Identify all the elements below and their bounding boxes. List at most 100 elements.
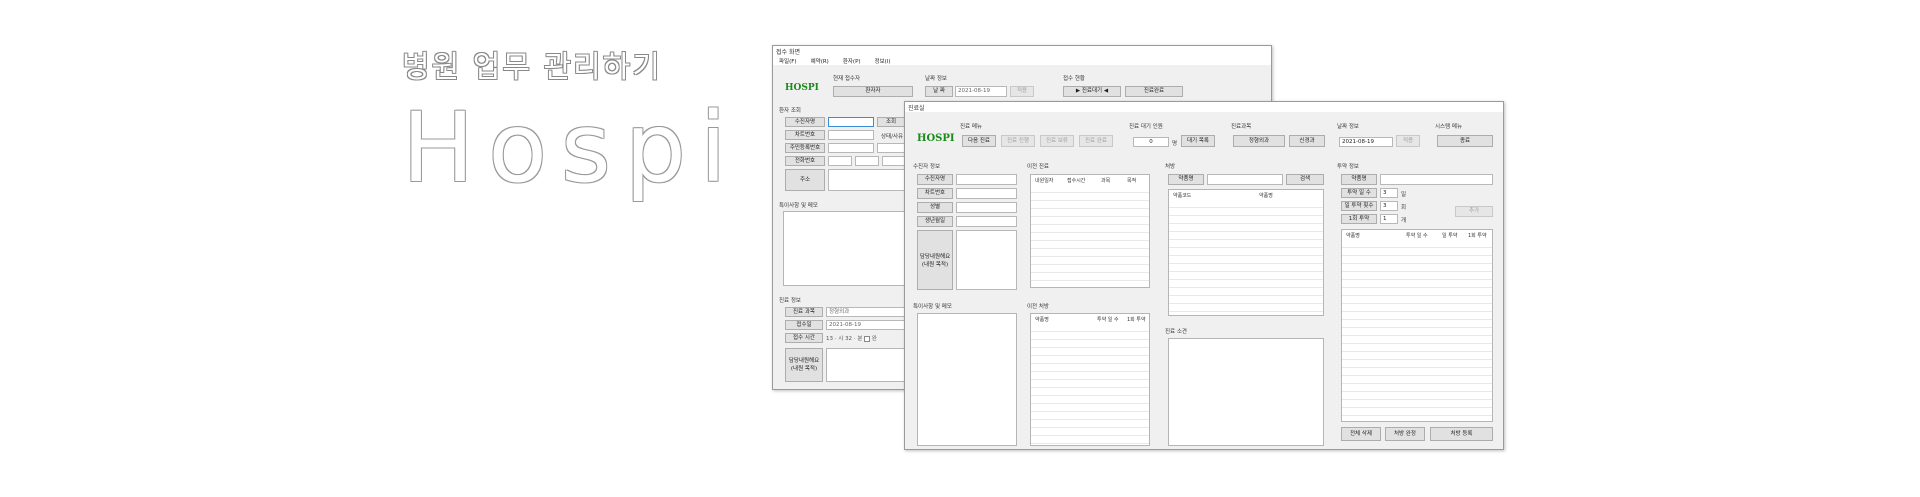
visit-min[interactable]: 32 (845, 336, 852, 342)
group-status: 접수 현황 (1063, 76, 1085, 82)
app-logo: HOSPI (917, 133, 955, 144)
visit-dept-button[interactable]: 진료 과목 (785, 307, 823, 317)
history-col-time: 접수시간 (1067, 178, 1086, 184)
current-patient-button[interactable]: 환자자 (833, 86, 913, 97)
group-opinion: 진료 소견 (1165, 329, 1187, 335)
date-picker[interactable]: 2021-08-19 (1339, 137, 1393, 147)
menu-reserve[interactable]: 예약(R) (811, 57, 829, 65)
dose-once-select[interactable]: 1 (1380, 214, 1398, 224)
group-memo: 특이사항 및 메모 (779, 203, 818, 209)
gender-button[interactable]: 성별 (917, 202, 953, 213)
group-dose: 투약 정보 (1337, 164, 1359, 170)
clear-all-button[interactable]: 전체 삭제 (1341, 427, 1381, 441)
dose-days-select[interactable]: 3 (1380, 188, 1398, 198)
prev-rx-col-once: 1회 투약 (1127, 317, 1146, 323)
dose-col-once: 1회 투약 (1468, 233, 1487, 239)
window-title: 진료실 (905, 102, 1503, 112)
search-name-input[interactable] (828, 117, 874, 127)
history-col-dept: 과목 (1101, 178, 1111, 184)
date-apply-button[interactable]: 적용 (1010, 86, 1034, 97)
prev-rx-table[interactable]: 약품명 투약 일 수 1회 투약 (1030, 313, 1150, 446)
visit-time-button[interactable]: 접수 시간 (785, 333, 823, 343)
search-chart-button[interactable]: 차트번호 (785, 130, 825, 140)
menu-patient[interactable]: 환자(P) (843, 57, 861, 65)
menu-file[interactable]: 파일(F) (779, 57, 797, 65)
wait-count: 0 (1133, 137, 1169, 147)
prev-rx-col-days: 투약 일 수 (1097, 317, 1119, 323)
date-apply-button[interactable]: 적용 (1396, 135, 1420, 147)
rx-register-button[interactable]: 처방 등록 (1430, 427, 1493, 441)
opinion-textarea[interactable] (1168, 338, 1324, 446)
drug-rows (1169, 200, 1323, 315)
drug-name-button[interactable]: 약품명 (1168, 174, 1204, 185)
next-patient-button[interactable]: 다음 진료 (962, 135, 996, 147)
done-checkbox[interactable] (864, 335, 871, 342)
search-rrn-input[interactable] (828, 143, 874, 153)
drug-table[interactable]: 약품코드 약품명 (1168, 189, 1324, 316)
done-button[interactable]: 진료완료 (1125, 86, 1183, 97)
phone-input-3[interactable] (882, 156, 906, 166)
dose-col-days: 투약 일 수 (1406, 233, 1428, 239)
status-label: 상태/사유 (881, 134, 904, 140)
group-patient-info: 수진자 정보 (913, 164, 941, 170)
wait-list-button[interactable]: 대기 목록 (1181, 135, 1215, 147)
dept-ortho-button[interactable]: 정형외과 (1233, 135, 1285, 147)
search-rrn-button[interactable]: 주민등록번호 (785, 143, 825, 153)
history-col-purpose: 목적 (1127, 178, 1137, 184)
group-system: 시스템 메뉴 (1435, 124, 1463, 130)
dose-drug-button[interactable]: 약품명 (1341, 174, 1377, 185)
phone-input-2[interactable] (855, 156, 879, 166)
dose-days-button[interactable]: 투약 일 수 (1341, 188, 1377, 198)
drug-col-code: 약품코드 (1173, 193, 1192, 199)
exit-button[interactable]: 종료 (1437, 135, 1493, 147)
dose-drug-field (1380, 174, 1493, 185)
complete-button[interactable]: 진료 완료 (1079, 135, 1113, 147)
memo-textarea[interactable] (783, 211, 918, 286)
history-table[interactable]: 내원일자 접수시간 과목 목적 (1030, 174, 1150, 288)
rx-confirm-button[interactable]: 처방 완정 (1385, 427, 1425, 441)
phone-input-1[interactable] (828, 156, 852, 166)
prev-rx-col-drug: 약품명 (1035, 317, 1049, 323)
chart-number-button[interactable]: 차트번호 (917, 188, 953, 199)
dept-neuro-button[interactable]: 신경과 (1289, 135, 1325, 147)
visit-hour-unit: 시 (838, 336, 844, 342)
checkbox-label: 완 (871, 336, 877, 342)
dose-table[interactable]: 약품명 투약 일 수 일 투약 1회 투약 (1341, 229, 1493, 422)
hold-button[interactable]: 진료 보류 (1040, 135, 1074, 147)
patient-name-button[interactable]: 수진자명 (917, 174, 953, 185)
birthdate-button[interactable]: 생년월일 (917, 216, 953, 227)
search-name-button[interactable]: 수진자명 (785, 117, 825, 127)
date-picker[interactable]: 2021-08-19 (955, 86, 1007, 97)
search-phone-button[interactable]: 전화번호 (785, 156, 825, 166)
group-prev-rx: 이전 처방 (1027, 304, 1049, 310)
memo-textarea[interactable] (917, 313, 1017, 446)
search-chart-input[interactable] (828, 130, 874, 140)
group-visit: 진료 정보 (779, 298, 801, 304)
search-button[interactable]: 조회 (877, 117, 905, 127)
today-button[interactable]: 날 짜 (925, 86, 953, 97)
group-rx: 처방 (1165, 164, 1176, 170)
drug-search-button[interactable]: 검색 (1286, 174, 1324, 185)
menu-info[interactable]: 정보(I) (875, 57, 891, 65)
history-rows (1031, 185, 1149, 287)
group-dept: 진료과목 (1231, 124, 1252, 130)
group-search: 환자 조회 (779, 108, 801, 114)
visit-purpose-button[interactable]: 담당내원해요 (내원 목적) (917, 230, 953, 290)
address-button[interactable]: 주소 (785, 169, 825, 191)
dose-daily-select[interactable]: 3 (1380, 201, 1398, 211)
birthdate-field (956, 216, 1017, 227)
dose-once-button[interactable]: 1회 투약 (1341, 214, 1377, 224)
history-col-date: 내원일자 (1035, 178, 1054, 184)
waiting-button[interactable]: ▶ 진료대기 ◀ (1063, 86, 1121, 97)
group-memo: 특이사항 및 메모 (913, 304, 952, 310)
group-date: 날짜 정보 (1337, 124, 1359, 130)
visit-date-button[interactable]: 접수일 (785, 320, 823, 330)
visit-purpose-field (956, 230, 1017, 290)
group-wait: 진료 대기 인원 (1129, 124, 1163, 130)
progress-button[interactable]: 진료 진행 (1001, 135, 1035, 147)
dose-add-button[interactable]: 추가 (1455, 206, 1493, 217)
drug-search-input[interactable] (1207, 174, 1283, 185)
visit-purpose-button[interactable]: 담당내원해요 (내원 목적) (785, 348, 823, 382)
dose-daily-button[interactable]: 일 투약 횟수 (1341, 201, 1377, 211)
visit-hour[interactable]: 13 (826, 336, 833, 342)
